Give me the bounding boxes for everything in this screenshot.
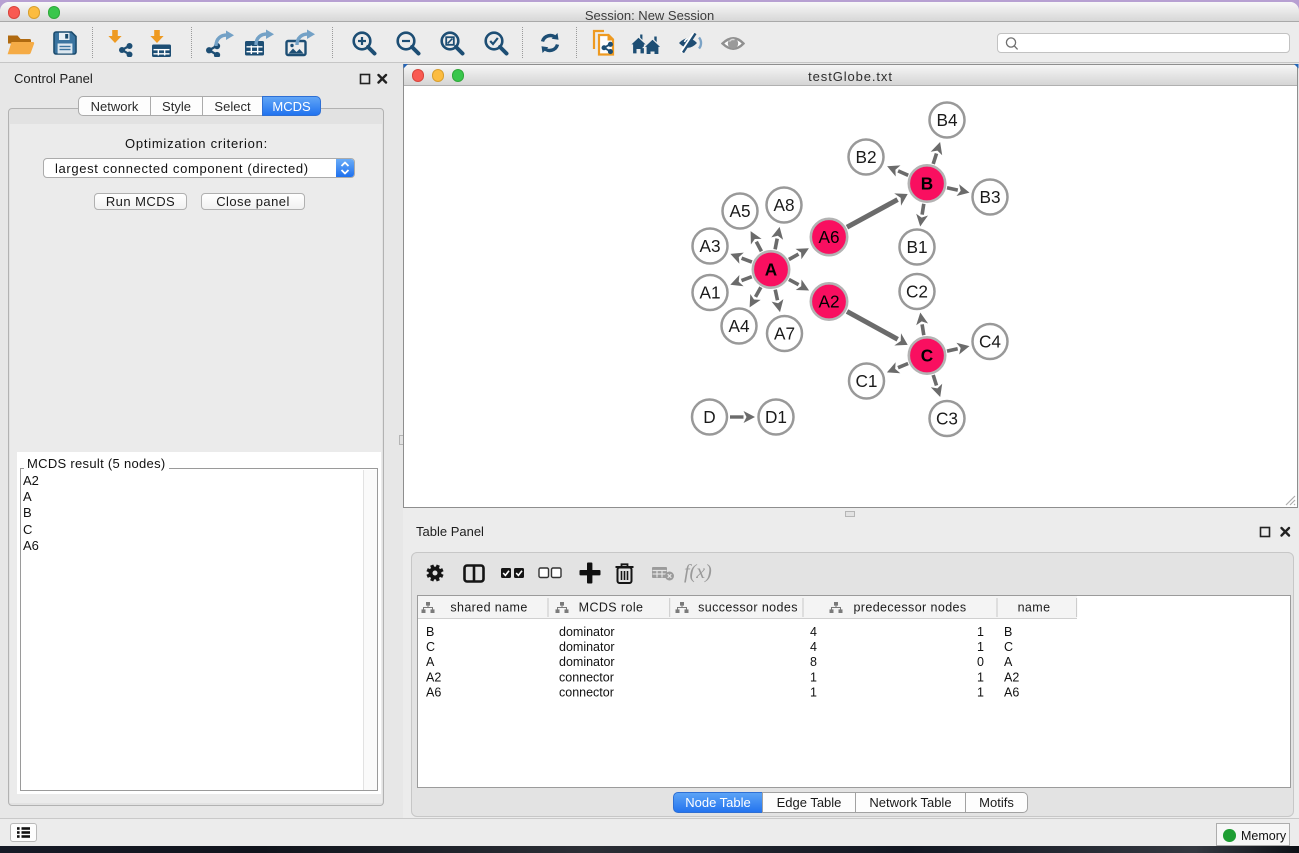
svg-text:A2: A2 (818, 292, 839, 312)
svg-text:name: name (1018, 601, 1051, 615)
svg-text:A: A (426, 655, 435, 669)
svg-text:A7: A7 (774, 324, 795, 344)
svg-text:B: B (921, 174, 933, 194)
svg-text:f(x): f(x) (684, 562, 712, 583)
svg-text:MCDS role: MCDS role (579, 601, 644, 615)
svg-text:dominator: dominator (559, 625, 615, 639)
svg-text:1: 1 (977, 625, 984, 639)
svg-text:C: C (426, 640, 435, 654)
svg-text:C3: C3 (936, 409, 958, 429)
svg-text:dominator: dominator (559, 655, 615, 669)
svg-text:A2: A2 (426, 670, 441, 684)
svg-text:1: 1 (977, 686, 984, 700)
svg-text:A2: A2 (1004, 670, 1019, 684)
svg-text:connector: connector (559, 686, 614, 700)
svg-text:A5: A5 (729, 201, 750, 221)
svg-text:connector: connector (559, 670, 614, 684)
svg-text:A6: A6 (818, 227, 839, 247)
svg-text:4: 4 (810, 625, 817, 639)
svg-text:1: 1 (810, 686, 817, 700)
svg-text:D: D (703, 407, 715, 427)
svg-text:successor nodes: successor nodes (698, 601, 798, 615)
svg-text:A4: A4 (728, 316, 749, 336)
svg-text:dominator: dominator (559, 640, 615, 654)
svg-text:8: 8 (810, 655, 817, 669)
svg-text:B3: B3 (979, 187, 1000, 207)
svg-text:shared name: shared name (450, 601, 527, 615)
svg-text:A6: A6 (426, 686, 441, 700)
svg-text:D1: D1 (765, 407, 787, 427)
svg-text:predecessor nodes: predecessor nodes (853, 601, 966, 615)
svg-text:C4: C4 (979, 332, 1001, 352)
svg-text:A: A (765, 260, 777, 280)
svg-text:B2: B2 (855, 147, 876, 167)
svg-text:A8: A8 (773, 195, 794, 215)
svg-text:C2: C2 (906, 282, 928, 302)
svg-text:A6: A6 (1004, 686, 1019, 700)
svg-text:1: 1 (977, 670, 984, 684)
svg-text:1: 1 (810, 670, 817, 684)
svg-text:B1: B1 (906, 237, 927, 257)
svg-text:A: A (1004, 655, 1013, 669)
svg-text:C1: C1 (856, 371, 878, 391)
svg-text:B: B (426, 625, 434, 639)
svg-text:B: B (1004, 625, 1012, 639)
svg-text:0: 0 (977, 655, 984, 669)
svg-text:1: 1 (977, 640, 984, 654)
svg-text:A1: A1 (699, 283, 720, 303)
svg-text:A3: A3 (699, 236, 720, 256)
svg-text:C: C (921, 346, 933, 366)
svg-text:4: 4 (810, 640, 817, 654)
svg-text:B4: B4 (936, 110, 957, 130)
svg-text:C: C (1004, 640, 1013, 654)
